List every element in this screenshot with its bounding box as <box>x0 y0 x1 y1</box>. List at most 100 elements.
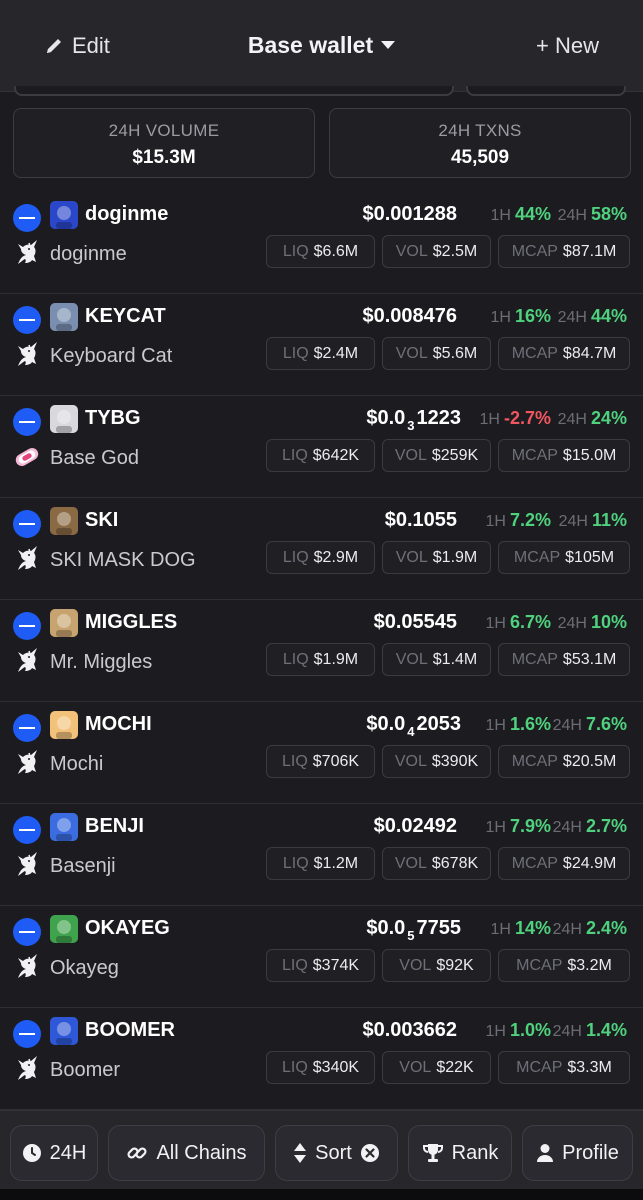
rank-label: Rank <box>451 1141 499 1164</box>
base-chain-icon <box>13 612 41 640</box>
token-symbol: KEYCAT <box>85 305 166 327</box>
mcap-pill: MCAP $24.9M <box>498 847 630 880</box>
unicorn-icon <box>13 1055 41 1083</box>
hidden-filter-left <box>14 86 454 96</box>
token-price: $0.1055 <box>384 509 457 531</box>
unicorn-icon <box>13 749 41 777</box>
clock-icon <box>22 1143 42 1163</box>
volume-pill: VOL $259K <box>382 439 491 472</box>
token-name: doginme <box>50 243 127 265</box>
token-row[interactable]: MIGGLES $0.05545 1H 6.7% 24H 10% Mr. Miggl… <box>0 600 643 702</box>
token-row[interactable]: doginme $0.001288 1H 44% 24H 58% doginme L… <box>0 192 643 294</box>
timeframe-button[interactable]: 24H <box>10 1125 98 1181</box>
token-row[interactable]: BOOMER $0.003662 1H 1.0% 24H 1.4% Boomer L… <box>0 1008 643 1110</box>
token-avatar <box>50 1017 78 1045</box>
token-symbol: BOOMER <box>85 1019 175 1041</box>
timeframe-label: 24H <box>49 1141 87 1164</box>
clear-sort-icon[interactable] <box>360 1143 380 1163</box>
change-1h: 1H 1.6% <box>485 714 551 734</box>
token-name: Base God <box>50 447 139 469</box>
mcap-pill: MCAP $87.1M <box>498 235 630 268</box>
token-row[interactable]: MOCHI $0.0 4 2053 1H 1.6% 24H 7.6% Mochi LIQ… <box>0 702 643 804</box>
liquidity-pill: LIQ $1.9M <box>266 643 375 676</box>
base-chain-icon <box>13 714 41 742</box>
token-avatar <box>50 915 78 943</box>
base-chain-icon <box>13 816 41 844</box>
change-24h: 24H 44% <box>557 306 627 326</box>
change-24h: 24H 11% <box>558 510 627 530</box>
unicorn-icon <box>13 545 41 573</box>
base-chain-icon <box>13 306 41 334</box>
mcap-pill: MCAP $53.1M <box>498 643 630 676</box>
liquidity-pill: LIQ $6.6M <box>266 235 375 268</box>
volume-pill: VOL $1.9M <box>382 541 491 574</box>
token-row[interactable]: KEYCAT $0.008476 1H 16% 24H 44% Keyboard C… <box>0 294 643 396</box>
change-1h: 1H 1.0% <box>485 1020 551 1040</box>
user-icon <box>536 1143 554 1163</box>
profile-label: Profile <box>562 1141 619 1164</box>
unicorn-icon <box>13 647 41 675</box>
token-name: Mochi <box>50 753 104 775</box>
token-price: $0.02492 <box>373 815 457 837</box>
token-avatar <box>50 711 78 739</box>
base-chain-icon <box>13 408 41 436</box>
change-1h: 1H 16% <box>490 306 551 326</box>
sushi-icon <box>13 443 41 471</box>
change-24h: 24H 2.7% <box>552 816 627 836</box>
change-24h: 24H 58% <box>557 204 627 224</box>
mcap-pill: MCAP $84.7M <box>498 337 630 370</box>
liquidity-pill: LIQ $2.4M <box>266 337 375 370</box>
token-symbol: TYBG <box>85 407 141 429</box>
token-symbol: MIGGLES <box>85 611 178 633</box>
chains-button[interactable]: All Chains <box>108 1125 265 1181</box>
volume-value: $15.3M <box>132 147 196 168</box>
change-1h: 1H 7.9% <box>485 816 551 836</box>
token-price: $0.001288 <box>362 203 457 225</box>
sort-button[interactable]: Sort <box>275 1125 398 1181</box>
token-avatar <box>50 201 78 229</box>
token-price: $0.008476 <box>362 305 457 327</box>
liquidity-pill: LIQ $2.9M <box>266 541 375 574</box>
mcap-pill: MCAP $15.0M <box>498 439 630 472</box>
token-symbol: BENJI <box>85 815 144 837</box>
token-row[interactable]: SKI $0.1055 1H 7.2% 24H 11% SKI MASK DOG L… <box>0 498 643 600</box>
top-bar: Edit Base wallet + New <box>0 0 643 92</box>
volume-pill: VOL $678K <box>382 847 491 880</box>
token-symbol: OKAYEG <box>85 917 170 939</box>
profile-button[interactable]: Profile <box>522 1125 633 1181</box>
token-price: $0.0 4 2053 <box>366 713 461 739</box>
token-row[interactable]: TYBG $0.0 3 1223 1H -2.7% 24H 24% Base God L… <box>0 396 643 498</box>
mcap-pill: MCAP $3.3M <box>498 1051 630 1084</box>
token-name: Keyboard Cat <box>50 345 173 367</box>
change-24h: 24H 2.4% <box>552 918 627 938</box>
hidden-filter-right <box>466 86 626 96</box>
txns-label: 24H TXNS <box>438 121 522 140</box>
new-label: + New <box>536 33 599 58</box>
token-name: Boomer <box>50 1059 121 1081</box>
change-24h: 24H 1.4% <box>552 1020 627 1040</box>
txns-stat: 24H TXNS 45,509 <box>329 108 631 178</box>
token-avatar <box>50 405 78 433</box>
token-avatar <box>50 303 78 331</box>
liquidity-pill: LIQ $340K <box>266 1051 375 1084</box>
token-avatar <box>50 813 78 841</box>
token-symbol: MOCHI <box>85 713 152 735</box>
token-name: Okayeg <box>50 957 119 979</box>
new-button[interactable]: + New <box>536 33 599 59</box>
volume-label: 24H VOLUME <box>108 121 220 140</box>
rank-button[interactable]: Rank <box>408 1125 512 1181</box>
change-1h: 1H 6.7% <box>485 612 551 632</box>
volume-pill: VOL $5.6M <box>382 337 491 370</box>
volume-pill: VOL $22K <box>382 1051 491 1084</box>
chains-label: All Chains <box>156 1141 247 1164</box>
token-price: $0.05545 <box>373 611 457 633</box>
sort-label: Sort <box>315 1141 352 1164</box>
token-row[interactable]: OKAYEG $0.0 5 7755 1H 14% 24H 2.4% Okayeg LI… <box>0 906 643 1008</box>
base-chain-icon <box>13 1020 41 1048</box>
token-avatar <box>50 507 78 535</box>
change-1h: 1H 14% <box>490 918 551 938</box>
token-row[interactable]: BENJI $0.02492 1H 7.9% 24H 2.7% Basenji LI… <box>0 804 643 906</box>
base-chain-icon <box>13 204 41 232</box>
token-name: Basenji <box>50 855 116 877</box>
caret-down-icon <box>381 40 396 49</box>
